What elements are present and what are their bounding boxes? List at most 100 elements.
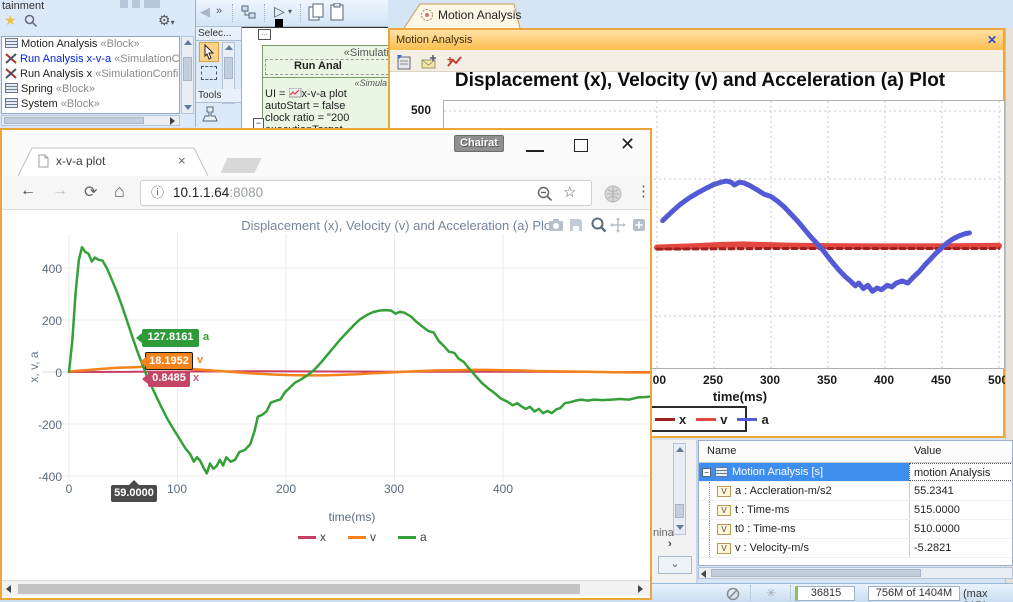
marquee-select-tool[interactable] [201,66,217,80]
table-hscrollbar[interactable] [698,567,1013,579]
minimize-icon[interactable] [526,150,544,152]
legend-a[interactable]: a [398,530,427,544]
hover-tooltip-a: 127.8161 [136,329,199,347]
bg-xtick: 450 [930,373,952,387]
block-attr-clockratio: clock ratio = "200 [265,112,350,124]
bg-xtick: 350 [816,373,838,387]
palette-select-header[interactable]: Selec... [196,27,241,41]
value-icon: V [717,486,731,497]
xtick: 300 [383,482,405,496]
browser-yaxis-label: x, v, a [27,351,41,383]
run-icon[interactable]: ▷ [274,3,285,20]
tab-motion-analysis[interactable]: Motion Analysis [438,8,521,22]
table-row-a[interactable]: V a : Accleration-m/s2 55.2341 [699,482,1012,501]
row-name: a : Accleration-m/s2 [735,485,832,497]
bg-legend-a[interactable]: a [737,412,769,427]
row-value: 510.0000 [909,520,1012,538]
profile-badge[interactable]: Chairat [454,135,504,152]
hover-label-a: a [203,331,210,343]
search-icon[interactable] [24,14,38,28]
tab-close-icon[interactable]: × [178,153,186,168]
chevron-more-icon[interactable]: » [216,5,222,17]
row-value-editing[interactable]: motion Analysis [909,463,1012,481]
col-value[interactable]: Value [914,445,941,457]
tree-hscrollbar[interactable] [1,115,180,126]
tree-item-spring[interactable]: Spring «Block» [2,82,179,97]
bookmark-star-icon[interactable]: ☆ [563,181,576,205]
table-row-v[interactable]: V v : Velocity-m/s -5.2821 [699,539,1012,558]
expand-chevron-icon[interactable]: › [668,538,672,550]
motion-window-title: Motion Analysis [396,34,473,46]
favorites-star-icon[interactable]: ★ [4,12,17,29]
memory-usage[interactable]: 756M of 1404M [868,586,960,601]
palette-tools-header[interactable]: Tools [196,89,241,103]
side-panel-sliver: nina › ⌄ [652,440,698,583]
bg-xtick: 400 [873,373,895,387]
browser-tab-title[interactable]: x-v-a plot [56,154,105,168]
maximize-icon[interactable] [574,139,588,152]
block-icon [5,38,18,48]
info-icon[interactable]: ⓘ [151,181,164,205]
tree-vscrollbar[interactable] [181,36,194,114]
bg-legend-x[interactable]: x [655,412,686,427]
url-port: :8080 [229,185,264,200]
tree-item-system[interactable]: System «Block» [2,97,179,112]
col-name[interactable]: Name [707,445,736,457]
variables-table: Name Value − Motion Analysis [s] motion … [698,440,1013,566]
home-icon[interactable]: ⌂ [114,181,125,202]
run-dropdown-icon[interactable]: ▾ [288,7,292,16]
back-icon[interactable]: ◀ [200,4,210,20]
url-bar[interactable]: ⓘ 10.1.1.64:8080 ☆ [140,180,592,206]
tree-expander-icon[interactable]: − [702,468,711,477]
browser-window: x-v-a plot × Chairat ✕ ← → ⟳ ⌂ ⓘ 10.1.1.… [0,128,652,600]
reload-icon[interactable]: ⟳ [84,182,97,202]
legend-v[interactable]: v [348,530,376,544]
bg-legend-v[interactable]: v [696,412,727,427]
zoom-out-icon[interactable] [537,186,553,202]
menu-icon[interactable]: ⋮ [636,182,651,200]
add-chart-icon[interactable] [446,54,464,70]
selection-handle[interactable] [275,19,283,27]
table-row-t0[interactable]: V t0 : Time-ms 510.0000 [699,520,1012,539]
copy-icon[interactable] [308,3,325,22]
hierarchy-icon[interactable] [240,4,258,22]
browser-titlebar[interactable]: x-v-a plot × Chairat ✕ [2,130,650,176]
smart-manipulator[interactable]: … [258,29,271,40]
bg-xtick: 250 [702,373,724,387]
simulation-config-icon[interactable] [396,54,413,70]
legend-x[interactable]: x [298,530,326,544]
tree-item-run-analysis-xva[interactable]: Run Analysis x-v-a «SimulationC [2,52,179,67]
side-vscrollbar[interactable] [673,443,686,535]
hover-tooltip-v: 18.1952 [140,352,193,370]
panel-window-icons[interactable] [120,0,160,8]
table-row-t[interactable]: V t : Time-ms 515.0000 [699,501,1012,520]
select-cursor-tool[interactable] [199,42,219,62]
back-icon[interactable]: ← [20,182,36,200]
tree-item-run-analysis-x[interactable]: Run Analysis x «SimulationConfig [2,67,179,82]
chart-icon [288,87,302,98]
export-icon[interactable] [420,54,438,70]
simulation-config-block[interactable]: «Simulati Run Anal «Simula UI = x-v-a pl… [262,45,392,136]
ytick: 400 [41,262,62,276]
close-icon[interactable]: ✕ [987,30,997,50]
motion-window-titlebar[interactable]: Motion Analysis ✕ [390,30,1003,50]
row-name: Motion Analysis [s] [732,466,824,478]
main-toolbar: ◀ » ▷ ▾ [196,0,388,27]
window-close-icon[interactable]: ✕ [620,134,635,155]
scrollbar-thumb[interactable] [18,584,580,594]
extension-icon[interactable] [604,185,622,203]
notifications-icon[interactable] [726,587,740,601]
dropdown-collapsed[interactable]: ⌄ [658,556,692,574]
stamp-icon[interactable] [201,105,219,125]
tree-item-motion-analysis[interactable]: Motion Analysis «Block» [2,37,179,52]
browser-hscrollbar[interactable] [2,580,650,596]
gc-icon[interactable]: ✳ [766,586,776,600]
xtick: 200 [275,482,297,496]
new-tab-button[interactable] [220,158,262,173]
forward-icon[interactable]: → [52,182,68,200]
table-row-motion-analysis[interactable]: − Motion Analysis [s] motion Analysis [699,463,1012,482]
value-icon: V [717,524,731,535]
diagram-canvas[interactable]: «Simulati Run Anal «Simula UI = x-v-a pl… [242,19,392,136]
paste-icon[interactable] [330,3,345,22]
gear-icon[interactable]: ⚙▾ [158,12,175,29]
